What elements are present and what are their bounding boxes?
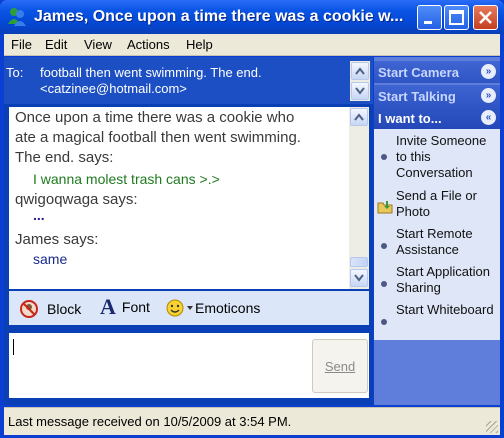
font-icon: A	[100, 294, 116, 319]
menu-edit[interactable]: Edit	[45, 37, 67, 52]
message-sender: Once upon a time there was a cookie who	[15, 109, 295, 126]
status-bar: Last message received on 10/5/2009 at 3:…	[4, 407, 500, 435]
chevron-down-icon[interactable]: »	[481, 64, 496, 79]
emoticons-button[interactable]: Emoticons	[166, 299, 260, 317]
close-button[interactable]	[473, 5, 498, 30]
send-file-link[interactable]: Send a File or Photo	[396, 188, 498, 220]
maximize-button[interactable]	[444, 5, 469, 30]
minimize-icon	[424, 21, 432, 24]
menu-view[interactable]: View	[84, 37, 112, 52]
menu-help[interactable]: Help	[186, 37, 213, 52]
message-text: I wanna molest trash cans >.>	[33, 171, 220, 187]
start-talking-header[interactable]: Start Talking »	[374, 85, 500, 107]
smiley-icon	[166, 299, 184, 317]
start-camera-header[interactable]: Start Camera »	[374, 61, 500, 83]
scroll-up-button[interactable]	[351, 62, 369, 80]
folder-icon	[377, 201, 393, 214]
bullet-icon	[381, 154, 387, 160]
dropdown-arrow-icon	[187, 306, 193, 310]
window-title: James, Once upon a time there was a cook…	[34, 8, 404, 25]
text-caret	[13, 339, 14, 355]
bullet-icon	[381, 281, 387, 287]
menu-actions[interactable]: Actions	[127, 37, 170, 52]
message-sender: The end. says:	[15, 149, 114, 166]
start-camera-label: Start Camera	[378, 65, 459, 80]
block-label: Block	[47, 301, 82, 317]
start-talking-label: Start Talking	[378, 89, 456, 104]
to-contact-email: <catzinee@hotmail.com>	[40, 81, 187, 96]
block-icon	[20, 300, 38, 318]
menu-bar: File Edit View Actions Help	[4, 34, 500, 56]
whiteboard-link[interactable]: Start Whiteboard	[396, 302, 498, 318]
arrow-up-icon	[354, 113, 364, 121]
formatting-toolbar: Block A Font Emoticons	[9, 291, 369, 325]
bullet-icon	[381, 243, 387, 249]
menu-file[interactable]: File	[11, 37, 32, 52]
app-sharing-link[interactable]: Start Application Sharing	[396, 264, 498, 296]
close-icon	[479, 11, 492, 24]
arrow-up-icon	[355, 67, 365, 75]
invite-someone-link[interactable]: Invite Someone to this Conversation	[396, 133, 498, 181]
scroll-down-button[interactable]	[351, 82, 369, 100]
status-text: Last message received on 10/5/2009 at 3:…	[8, 414, 292, 429]
message-sender: qwigoqwaga says:	[15, 191, 138, 208]
maximize-icon	[449, 10, 464, 25]
i-want-to-label: I want to...	[378, 111, 442, 126]
message-text: ...	[33, 207, 45, 223]
scroll-down-button[interactable]	[350, 269, 368, 287]
conversation-history[interactable]: Once upon a time there was a cookie who …	[9, 107, 369, 289]
msn-buddy-icon	[8, 8, 26, 26]
conversation-pane: To: football then went swimming. The end…	[4, 57, 373, 405]
arrow-down-icon	[354, 274, 364, 282]
bullet-icon	[381, 319, 387, 325]
message-sender: ate a magical football then went swimmin…	[15, 129, 301, 146]
minimize-button[interactable]	[417, 5, 442, 30]
i-want-to-header[interactable]: I want to... «	[374, 107, 500, 129]
font-label: Font	[121, 299, 150, 315]
chevron-down-icon[interactable]: »	[481, 88, 496, 103]
remote-assistance-link[interactable]: Start Remote Assistance	[396, 226, 498, 258]
message-text: same	[33, 251, 68, 267]
scroll-thumb[interactable]	[350, 257, 368, 267]
i-want-to-list: Invite Someone to this Conversation Send…	[374, 129, 500, 340]
font-button[interactable]: A Font	[100, 294, 150, 319]
emoticons-label: Emoticons	[195, 300, 261, 316]
scroll-up-button[interactable]	[350, 108, 368, 126]
message-sender: James says:	[15, 231, 99, 248]
conversation-scrollbar[interactable]	[349, 107, 369, 289]
title-bar: James, Once upon a time there was a cook…	[0, 0, 504, 34]
arrow-down-icon	[355, 87, 365, 95]
send-button[interactable]: Send	[312, 339, 368, 393]
message-input[interactable]: Send	[9, 333, 369, 398]
to-scrollbar[interactable]	[350, 61, 370, 101]
block-button[interactable]: Block	[19, 299, 81, 319]
to-label: To:	[6, 65, 24, 80]
to-contact-name: football then went swimming. The end.	[40, 65, 262, 80]
send-label: Send	[324, 358, 356, 374]
resize-grip[interactable]	[486, 421, 498, 433]
sidebar: Start Camera » Start Talking » I want to…	[374, 57, 500, 405]
chevron-up-icon[interactable]: «	[481, 110, 496, 125]
to-header: To: football then went swimming. The end…	[4, 57, 373, 104]
